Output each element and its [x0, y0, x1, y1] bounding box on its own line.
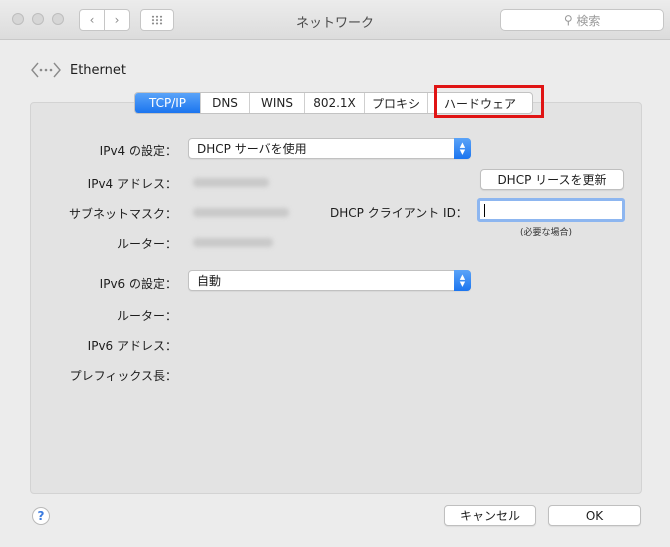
ipv4-config-label: IPv4 の設定： — [99, 144, 177, 158]
ipv6-router-label: ルーター： — [116, 309, 177, 323]
ipv6-config-select[interactable]: 自動 ▲ ▼ — [188, 270, 471, 291]
hardware-tab-highlight — [434, 85, 544, 118]
help-button[interactable]: ? — [32, 507, 50, 525]
prefix-length-label: プレフィックス長： — [69, 369, 177, 383]
cancel-button[interactable]: キャンセル — [444, 505, 536, 526]
interface-name: Ethernet — [70, 62, 126, 78]
title-bar: ‹ › ネットワーク ⚲ 検索 — [0, 0, 670, 40]
popup-arrows-icon: ▲ ▼ — [454, 270, 471, 291]
tab-802-1x[interactable]: 802.1X — [305, 93, 365, 113]
subnet-mask-label: サブネットマスク： — [68, 207, 177, 221]
renew-dhcp-lease-button[interactable]: DHCP リースを更新 — [480, 169, 624, 190]
dhcp-client-id-input[interactable] — [477, 198, 625, 222]
router-value-blurred — [193, 238, 273, 247]
search-placeholder: 検索 — [576, 13, 601, 28]
search-icon: ⚲ — [563, 13, 573, 27]
ipv4-address-value-blurred — [193, 178, 269, 187]
ipv6-address-label: IPv6 アドレス： — [87, 339, 177, 353]
tab-tcp-ip[interactable]: TCP/IP — [135, 93, 201, 113]
subnet-mask-value-blurred — [193, 208, 289, 217]
ipv4-config-value: DHCP サーバを使用 — [197, 142, 307, 156]
interface-header: Ethernet — [30, 60, 126, 80]
text-caret — [484, 204, 485, 217]
popup-arrows-icon: ▲ ▼ — [454, 138, 471, 159]
dhcp-client-id-label: DHCP クライアント ID： — [330, 206, 468, 220]
ipv4-config-select[interactable]: DHCP サーバを使用 ▲ ▼ — [188, 138, 471, 159]
search-field[interactable]: ⚲ 検索 — [500, 9, 664, 31]
tab-dns[interactable]: DNS — [201, 93, 250, 113]
ipv6-config-label: IPv6 の設定： — [99, 277, 177, 291]
settings-panel — [30, 102, 642, 494]
router-label: ルーター： — [116, 237, 177, 251]
tab-proxies[interactable]: プロキシ — [365, 93, 428, 113]
tab-wins[interactable]: WINS — [250, 93, 305, 113]
ethernet-icon — [31, 62, 61, 78]
dhcp-client-id-hint: (必要な場合) — [520, 228, 573, 238]
ipv4-address-label: IPv4 アドレス： — [87, 177, 177, 191]
ok-button[interactable]: OK — [548, 505, 641, 526]
ipv6-config-value: 自動 — [197, 274, 222, 288]
